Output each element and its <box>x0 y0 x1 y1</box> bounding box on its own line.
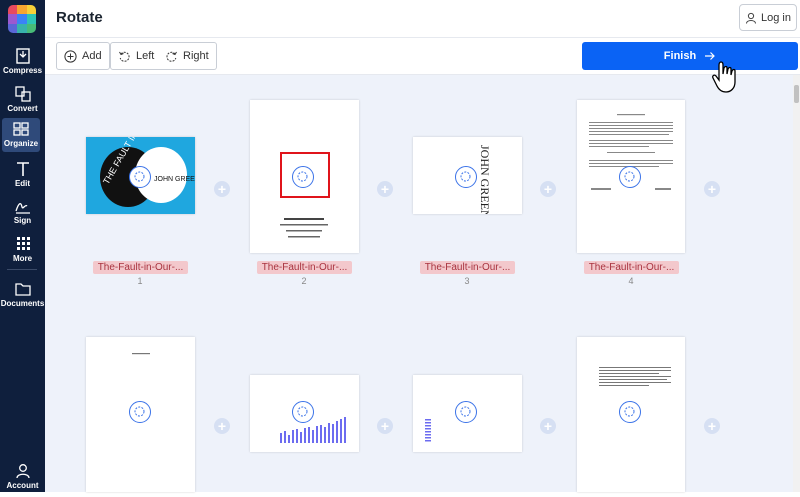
user-icon <box>746 12 756 24</box>
page-rotation-indicator[interactable] <box>129 166 151 188</box>
rotate-right-button[interactable]: Right <box>158 42 217 70</box>
sidebar-item-label: Sign <box>13 216 32 225</box>
sidebar-item-label: Organize <box>3 139 39 148</box>
sidebar-item-more[interactable]: More <box>0 233 45 267</box>
add-button[interactable]: Add <box>56 42 110 70</box>
page-filename-4: The-Fault-in-Our-... <box>584 261 679 274</box>
insert-page-button[interactable]: + <box>704 181 720 197</box>
finish-label: Finish <box>663 50 697 62</box>
insert-page-button[interactable]: + <box>377 181 393 197</box>
sidebar-item-sign[interactable]: Sign <box>0 195 45 229</box>
sidebar-item-label: Account <box>6 481 39 490</box>
insert-page-button[interactable]: + <box>540 181 556 197</box>
sidebar-item-documents[interactable]: Documents <box>0 278 45 312</box>
sidebar-item-label: Documents <box>0 299 45 308</box>
rotate-icon <box>134 406 145 417</box>
sidebar-item-label: Compress <box>2 66 43 75</box>
sidebar-item-label: Edit <box>14 179 31 188</box>
insert-page-button[interactable]: + <box>540 418 556 434</box>
page-filename-3: The-Fault-in-Our-... <box>420 261 515 274</box>
account-icon <box>15 464 30 479</box>
rotated-author-text: JOHN GREEN <box>478 145 492 214</box>
rotate-icon <box>460 171 471 182</box>
page-number-2: 2 <box>301 276 307 286</box>
finish-button[interactable]: Finish <box>582 42 798 70</box>
rotate-icon <box>624 171 635 182</box>
convert-icon <box>14 86 31 102</box>
organize-icon <box>13 122 29 136</box>
insert-page-button[interactable]: + <box>214 181 230 197</box>
edit-text-icon <box>16 162 29 176</box>
signature-icon <box>14 203 30 214</box>
page-filename-2: The-Fault-in-Our-... <box>257 261 352 274</box>
right-label: Right <box>183 50 209 62</box>
sidebar-item-label: More <box>12 254 33 263</box>
sidebar: Compress Convert Organize Edit Sign More… <box>0 0 45 492</box>
sidebar-item-convert[interactable]: Convert <box>0 83 45 117</box>
sidebar-item-edit[interactable]: Edit <box>0 158 45 192</box>
page-rotation-indicator[interactable] <box>619 166 641 188</box>
sidebar-item-organize[interactable]: Organize <box>2 118 40 152</box>
insert-page-button[interactable]: + <box>704 418 720 434</box>
page-title: Rotate <box>56 9 103 26</box>
login-button[interactable]: Log in <box>739 4 797 31</box>
app-logo[interactable] <box>8 5 36 33</box>
sidebar-item-account[interactable]: Account <box>0 460 45 494</box>
insert-page-button[interactable]: + <box>214 418 230 434</box>
sidebar-divider <box>7 269 37 270</box>
page-rotation-indicator[interactable] <box>455 166 477 188</box>
highlight-box <box>280 152 330 198</box>
compress-icon <box>15 48 30 64</box>
page-number-3: 3 <box>464 276 470 286</box>
grid-icon <box>16 237 30 250</box>
rotate-left-icon <box>119 51 130 62</box>
add-label: Add <box>82 50 102 62</box>
left-label: Left <box>136 50 155 62</box>
plus-circle-icon <box>64 49 77 63</box>
page-number-1: 1 <box>137 276 143 286</box>
rotate-left-button[interactable]: Left <box>110 42 163 70</box>
cover-author-text: JOHN GREEN <box>154 176 195 183</box>
folder-icon <box>14 283 31 296</box>
rotate-icon <box>297 406 308 417</box>
rotate-icon <box>460 406 471 417</box>
scrollbar-thumb[interactable] <box>794 85 799 103</box>
toolbar: Add Left Right Finish <box>45 38 800 75</box>
header: Rotate Log in <box>45 0 800 38</box>
sidebar-item-compress[interactable]: Compress <box>0 45 45 79</box>
rotate-icon <box>624 406 635 417</box>
login-label: Log in <box>761 11 791 24</box>
rotate-icon <box>134 171 145 182</box>
insert-page-button[interactable]: + <box>377 418 393 434</box>
sidebar-item-label: Convert <box>7 104 38 113</box>
page-rotation-indicator[interactable] <box>619 401 641 423</box>
vertical-scrollbar[interactable] <box>793 75 800 492</box>
page-number-4: 4 <box>628 276 634 286</box>
page-filename-1: The-Fault-in-Our-... <box>93 261 188 274</box>
page-rotation-indicator[interactable] <box>292 401 314 423</box>
rotate-right-icon <box>166 51 177 62</box>
page-rotation-indicator[interactable] <box>129 401 151 423</box>
page-rotation-indicator[interactable] <box>455 401 477 423</box>
hand-cursor-icon <box>712 61 736 93</box>
